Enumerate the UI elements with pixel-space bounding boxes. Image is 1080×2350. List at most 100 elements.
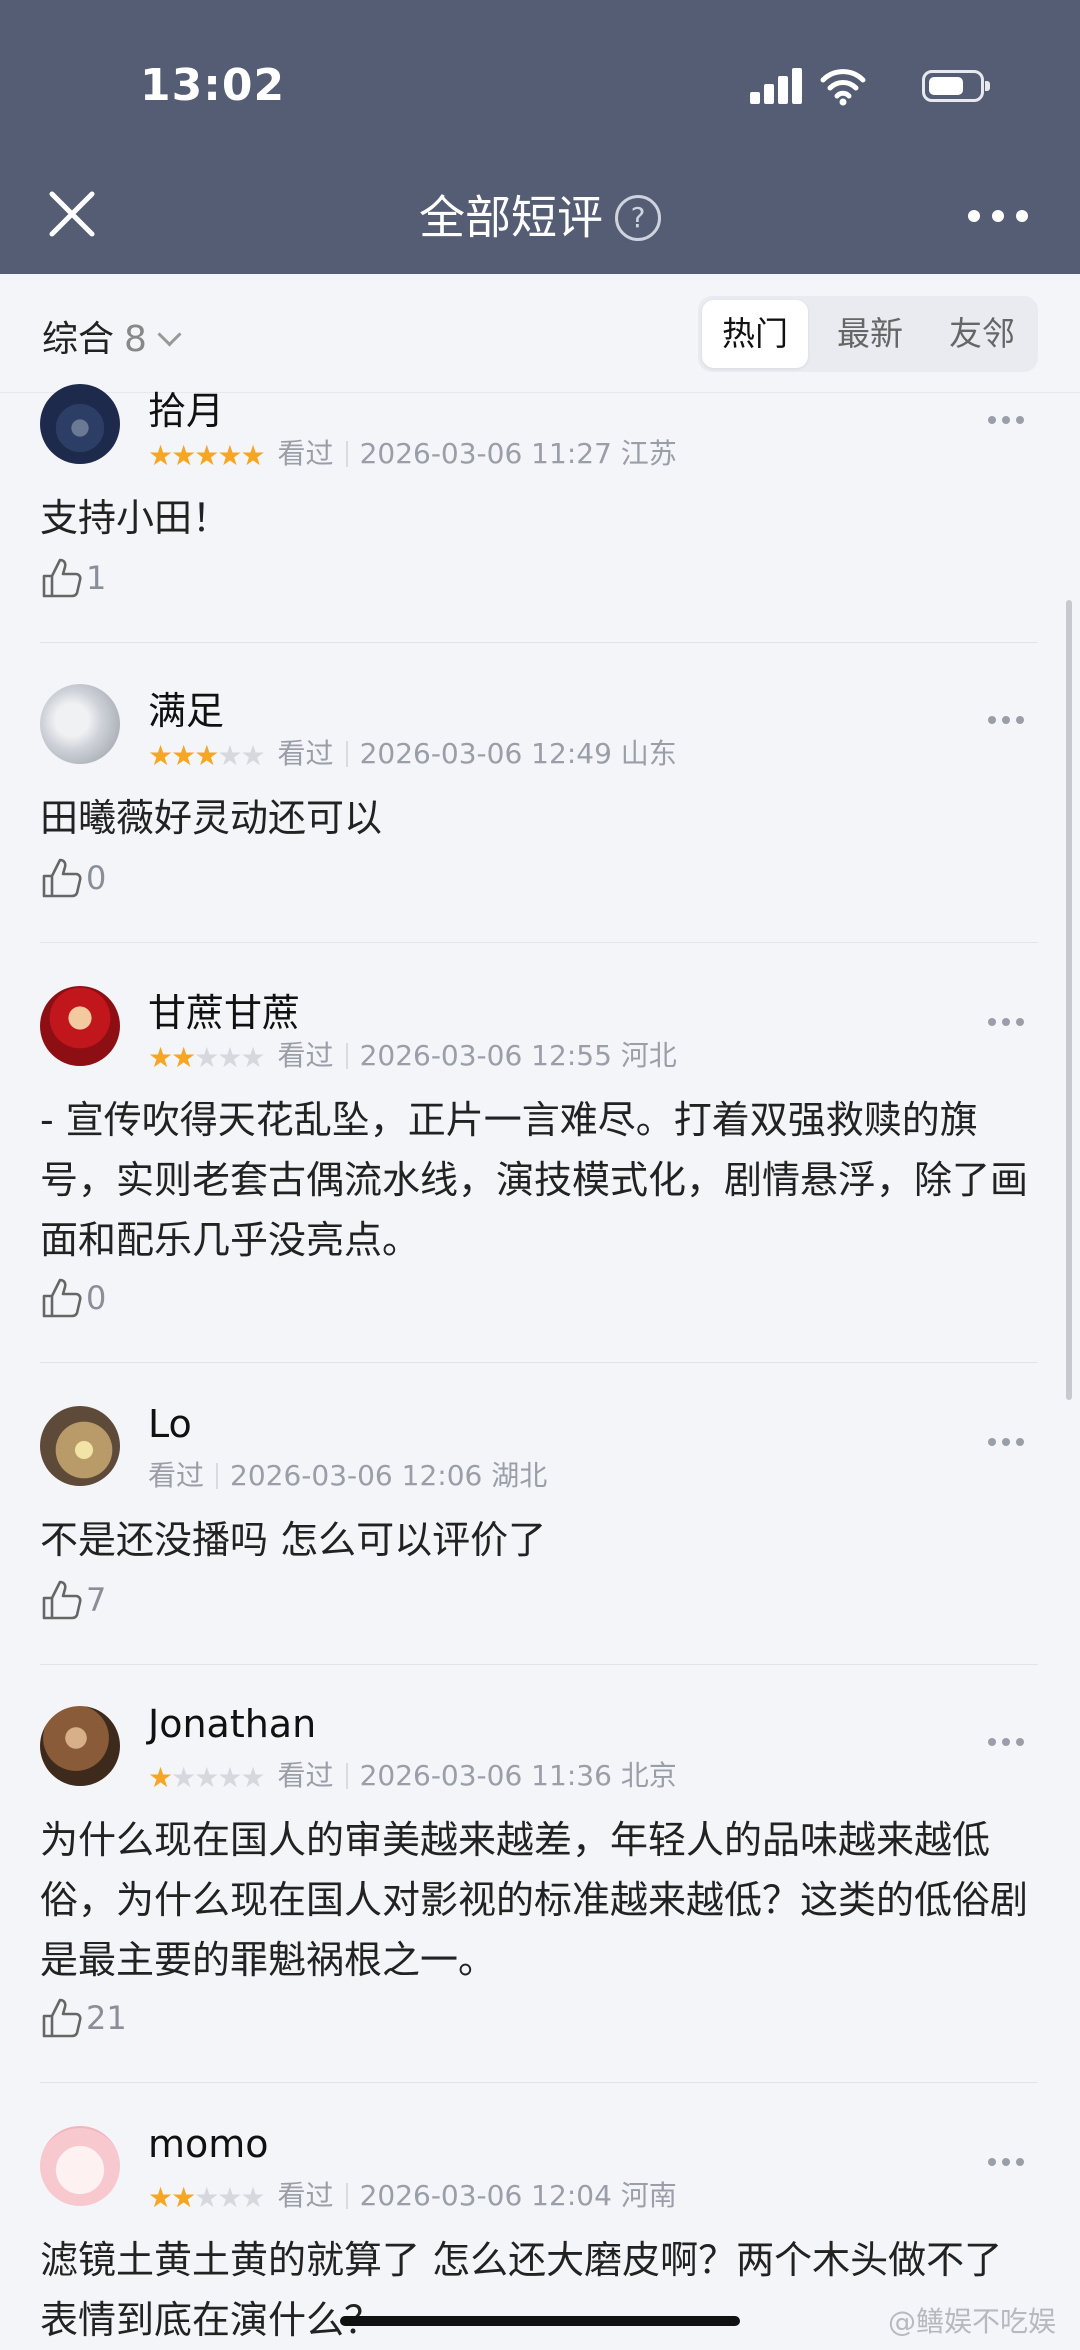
divider — [40, 642, 1038, 643]
review-location: 江苏 — [620, 437, 677, 470]
star-icon: ★ — [217, 439, 242, 472]
like-button[interactable]: 1 — [40, 556, 106, 604]
chevron-down-icon — [157, 322, 182, 347]
like-count: 0 — [86, 859, 107, 897]
sort-label: 综合 — [42, 319, 115, 360]
watched-label: 看过 — [277, 2179, 334, 2212]
star-icon: ★ — [217, 1761, 242, 1794]
like-button[interactable]: 0 — [40, 1276, 106, 1324]
star-icon: ★ — [240, 739, 265, 772]
top-header: 13:02 全部短评? — [0, 0, 1080, 274]
like-count: 1 — [86, 559, 107, 597]
thumbs-up-icon — [42, 558, 82, 598]
star-icon: ★ — [194, 1041, 219, 1074]
review-meta: ★★★★★ 看过 2026-03-06 11:36 北京 — [148, 1754, 677, 1794]
star-icon: ★ — [240, 2181, 265, 2214]
review-meta: ★★★★★ 看过 2026-03-06 11:27 江苏 — [148, 432, 677, 472]
signal-icon — [750, 68, 804, 104]
status-time: 13:02 — [140, 60, 286, 111]
review-text: 为什么现在国人的审美越来越差，年轻人的品味越来越低俗，为什么现在国人对影视的标准… — [40, 1818, 1029, 1982]
watched-label: 看过 — [148, 1459, 205, 1492]
divider — [40, 2082, 1038, 2083]
avatar[interactable] — [40, 1406, 120, 1486]
star-icon: ★ — [148, 739, 173, 772]
battery-icon — [922, 70, 990, 102]
avatar[interactable] — [40, 684, 120, 764]
review-datetime: 2026-03-06 12:04 — [359, 2179, 612, 2212]
review-datetime: 2026-03-06 12:49 — [359, 737, 612, 770]
tab-latest[interactable]: 最新 — [814, 296, 926, 372]
star-icon: ★ — [217, 1041, 242, 1074]
scrollbar[interactable] — [1066, 600, 1072, 1400]
review-more-icon[interactable] — [988, 416, 1028, 426]
username[interactable]: Jonathan — [148, 1702, 316, 1746]
star-icon: ★ — [194, 2181, 219, 2214]
star-rating: ★★★★★ — [148, 739, 266, 772]
thumbs-up-icon — [42, 1998, 82, 2038]
divider — [40, 1664, 1038, 1665]
tab-friends[interactable]: 友邻 — [926, 296, 1038, 372]
avatar[interactable] — [40, 1706, 120, 1786]
review-datetime: 2026-03-06 11:27 — [359, 437, 612, 470]
thumbs-up-icon — [42, 1278, 82, 1318]
star-icon: ★ — [194, 739, 219, 772]
filter-bar: 综合 8 热门 最新 友邻 — [0, 274, 1080, 393]
username[interactable]: 拾月 — [148, 380, 224, 435]
review-more-icon[interactable] — [988, 1738, 1028, 1748]
watched-label: 看过 — [277, 1039, 334, 1072]
star-icon: ★ — [217, 739, 242, 772]
watermark-text: @鳝娱不吃娱 — [887, 2305, 1056, 2338]
star-icon: ★ — [194, 1761, 219, 1794]
review-text: 不是还没播吗 怎么可以评价了 — [40, 1518, 547, 1562]
status-icons — [724, 62, 990, 112]
divider — [40, 1362, 1038, 1363]
thumbs-up-icon — [42, 858, 82, 898]
sort-dropdown[interactable]: 综合 8 — [42, 310, 182, 362]
review-datetime: 2026-03-06 11:36 — [359, 1759, 612, 1792]
sort-count: 8 — [124, 319, 147, 360]
username[interactable]: 甘蔗甘蔗 — [148, 982, 300, 1037]
star-icon: ★ — [148, 439, 173, 472]
review-text: 田曦薇好灵动还可以 — [40, 796, 383, 840]
tab-group: 热门 最新 友邻 — [698, 296, 1038, 372]
tab-hot[interactable]: 热门 — [702, 300, 808, 368]
username[interactable]: Lo — [148, 1402, 192, 1446]
review-datetime: 2026-03-06 12:55 — [359, 1039, 612, 1072]
review-meta: ★★★★★ 看过 2026-03-06 12:04 河南 — [148, 2174, 677, 2214]
review-meta: 看过 2026-03-06 12:06 湖北 — [148, 1454, 547, 1494]
star-icon: ★ — [194, 439, 219, 472]
review-more-icon[interactable] — [988, 2158, 1028, 2168]
watched-label: 看过 — [277, 1759, 334, 1792]
review-more-icon[interactable] — [988, 1438, 1028, 1448]
star-icon: ★ — [148, 1041, 173, 1074]
review-location: 河南 — [620, 2179, 677, 2212]
like-button[interactable]: 7 — [40, 1578, 106, 1626]
avatar[interactable] — [40, 384, 120, 464]
help-icon[interactable]: ? — [615, 194, 661, 241]
star-icon: ★ — [171, 739, 196, 772]
star-icon: ★ — [240, 1041, 265, 1074]
more-menu-icon[interactable] — [968, 200, 1028, 230]
star-icon: ★ — [217, 2181, 242, 2214]
like-button[interactable]: 21 — [40, 1996, 127, 2044]
star-rating: ★★★★★ — [148, 2181, 266, 2214]
star-icon: ★ — [171, 439, 196, 472]
like-count: 0 — [86, 1279, 107, 1317]
avatar[interactable] — [40, 986, 120, 1066]
review-location: 河北 — [620, 1039, 677, 1072]
like-count: 21 — [86, 1999, 127, 2037]
username[interactable]: 满足 — [148, 680, 224, 735]
star-rating: ★★★★★ — [148, 1041, 266, 1074]
divider — [40, 942, 1038, 943]
like-button[interactable]: 0 — [40, 856, 106, 904]
review-more-icon[interactable] — [988, 716, 1028, 726]
wifi-icon — [820, 69, 866, 106]
avatar[interactable] — [40, 2126, 120, 2206]
watched-label: 看过 — [277, 737, 334, 770]
review-text: 支持小田！ — [40, 496, 231, 540]
star-icon: ★ — [171, 1041, 196, 1074]
username[interactable]: momo — [148, 2122, 269, 2166]
review-more-icon[interactable] — [988, 1018, 1028, 1028]
page-title: 全部短评? — [0, 186, 1080, 246]
watched-label: 看过 — [277, 437, 334, 470]
